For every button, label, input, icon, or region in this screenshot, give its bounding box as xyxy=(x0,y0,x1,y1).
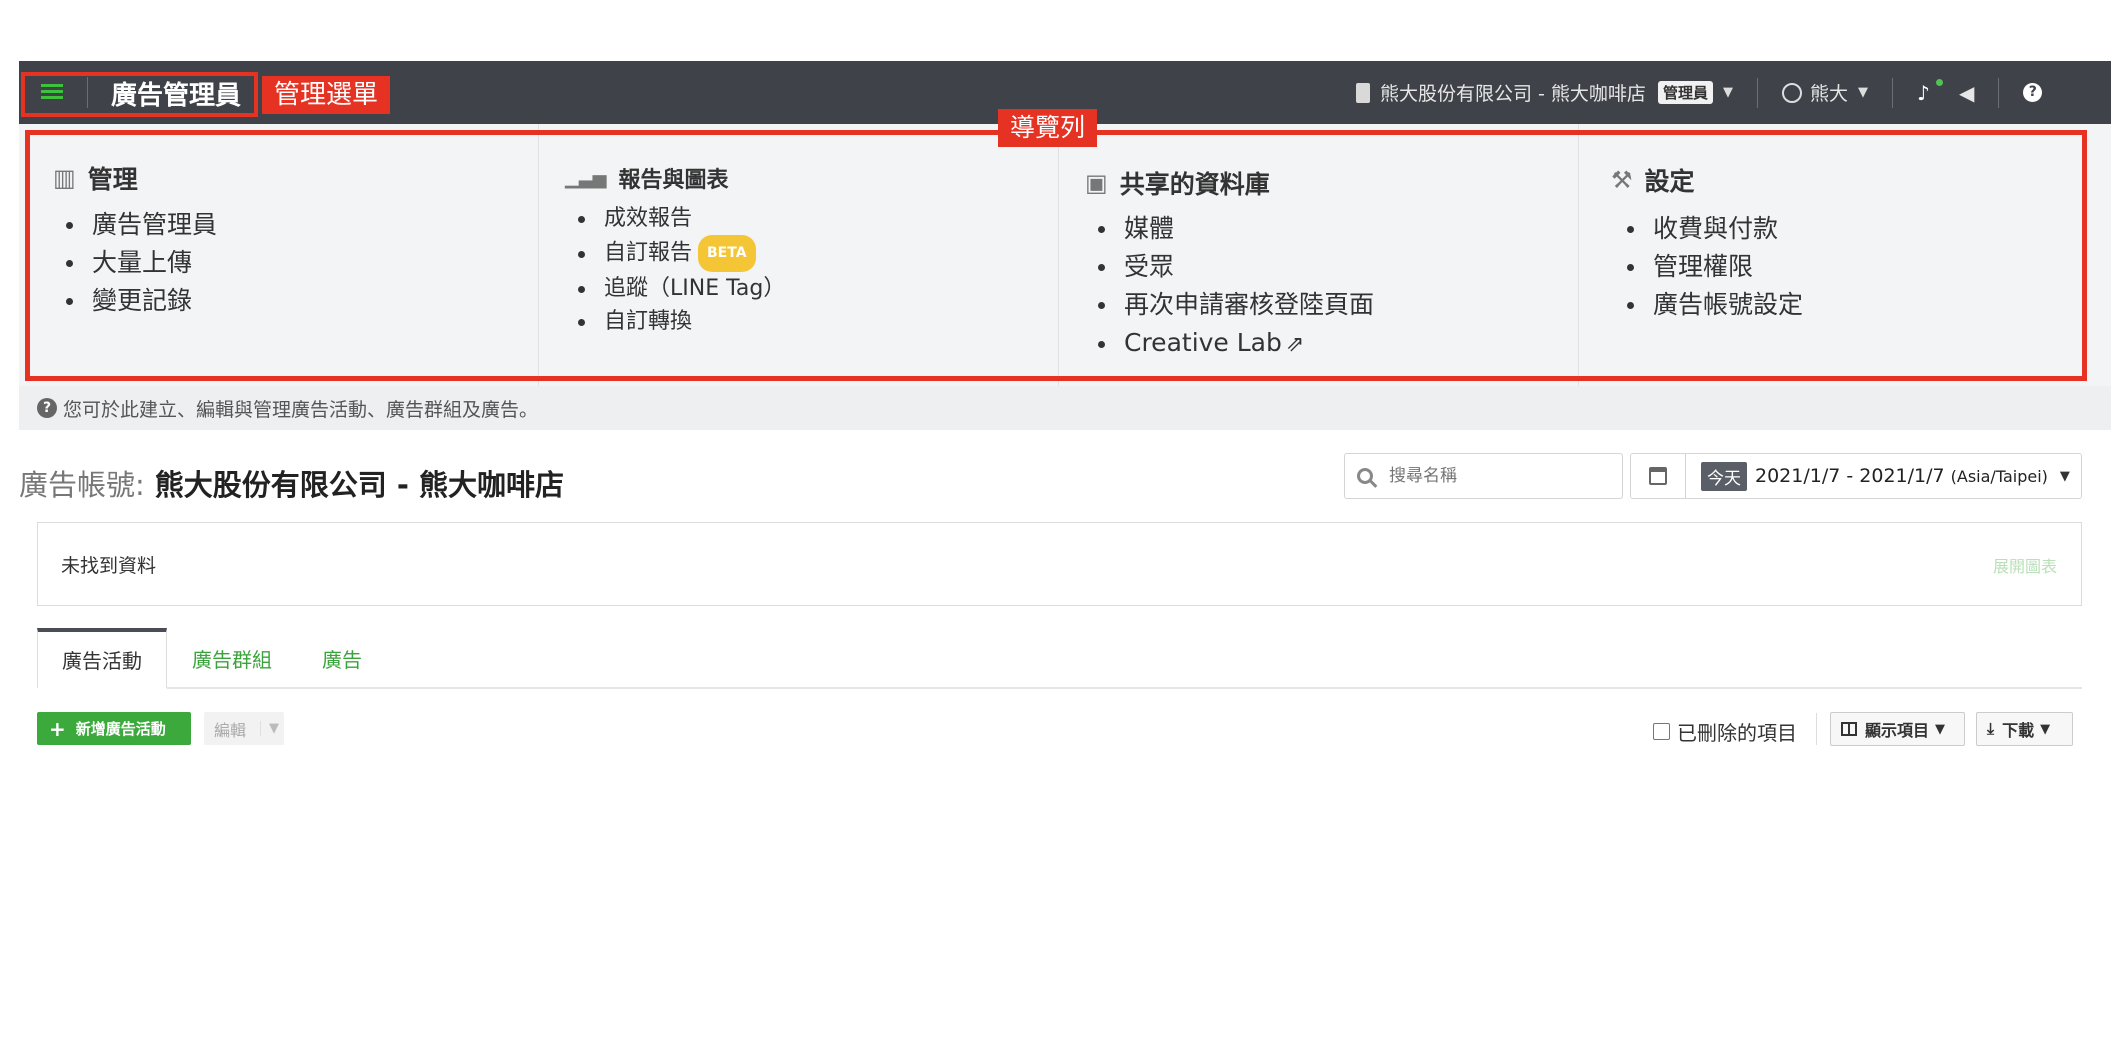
download-label: 下載 xyxy=(2002,721,2035,740)
info-text: 您可於此建立、編輯與管理廣告活動、廣告群組及廣告。 xyxy=(63,398,539,421)
tab-bar: 廣告活動 廣告群組 廣告 xyxy=(37,628,2082,689)
deleted-label: 已刪除的項目 xyxy=(1677,721,1797,745)
timezone-text: (Asia/Taipei) xyxy=(1950,467,2048,486)
account-label: 廣告帳號: xyxy=(19,468,145,502)
divider xyxy=(1891,77,1893,108)
account-switcher[interactable]: 熊大股份有限公司 - 熊大咖啡店 xyxy=(1380,79,1646,106)
search-input[interactable] xyxy=(1389,466,1609,486)
bell-icon[interactable]: ♪ xyxy=(1917,78,1943,103)
add-campaign-button[interactable]: + 新增廣告活動 xyxy=(37,712,191,745)
divider xyxy=(1816,713,1817,745)
question-icon: ? xyxy=(37,398,57,418)
expand-chart-link[interactable]: 展開圖表 xyxy=(1993,553,2057,577)
edit-label: 編輯 xyxy=(214,720,247,740)
calendar-icon[interactable] xyxy=(1631,454,1686,498)
highlight-box-nav xyxy=(25,130,2087,381)
show-deleted-toggle[interactable]: 已刪除的項目 xyxy=(1653,717,1797,746)
chevron-down-icon[interactable]: ▼ xyxy=(260,721,279,736)
today-badge: 今天 xyxy=(1701,461,1747,491)
columns-button[interactable]: 顯示項目 ▼ xyxy=(1830,712,1965,746)
callout-nav-label: 導覽列 xyxy=(998,109,1098,147)
divider xyxy=(1756,77,1758,108)
tab-ads[interactable]: 廣告 xyxy=(322,628,362,689)
download-button[interactable]: ⤓ 下載 ▼ xyxy=(1976,712,2073,746)
screenshot-canvas: 廣告 管理員 管理選單 熊大股份有限公司 - 熊大咖啡店 管理員 ▼ 熊大 ▼ ♪… xyxy=(0,0,2122,1046)
info-bar: ? 您可於此建立、編輯與管理廣告活動、廣告群組及廣告。 xyxy=(19,386,2111,430)
user-menu[interactable]: 熊大 xyxy=(1810,79,1848,106)
topbar-right: 熊大股份有限公司 - 熊大咖啡店 管理員 ▼ 熊大 ▼ ♪ ◀ ? xyxy=(1356,61,2043,124)
empty-message: 未找到資料 xyxy=(61,555,157,577)
add-campaign-label: 新增廣告活動 xyxy=(75,720,166,738)
date-range-value: 2021/1/7 - 2021/1/7 xyxy=(1755,465,1945,487)
chevron-down-icon[interactable]: ▼ xyxy=(1858,85,1868,100)
divider xyxy=(1998,77,2000,108)
edit-button[interactable]: 編輯 ▼ xyxy=(204,712,284,745)
deleted-checkbox[interactable] xyxy=(1653,723,1670,740)
role-badge: 管理員 xyxy=(1657,81,1713,104)
tab-ad-groups[interactable]: 廣告群組 xyxy=(192,628,272,689)
download-icon: ⤓ xyxy=(1987,719,1995,738)
account-name: 熊大股份有限公司 - 熊大咖啡店 xyxy=(154,468,565,502)
callout-menu-label: 管理選單 xyxy=(262,76,391,114)
columns-label: 顯示項目 xyxy=(1865,721,1930,740)
chevron-down-icon[interactable]: ▼ xyxy=(2060,469,2070,484)
search-box[interactable] xyxy=(1344,453,1623,499)
help-icon[interactable]: ? xyxy=(2023,83,2043,102)
megaphone-icon[interactable]: ◀ xyxy=(1959,81,1974,105)
highlight-box-menu xyxy=(21,72,258,117)
search-icon xyxy=(1357,468,1373,484)
chevron-down-icon: ▼ xyxy=(2040,721,2051,737)
plus-icon: + xyxy=(49,716,66,741)
date-range-picker[interactable]: 今天 2021/1/7 - 2021/1/7 (Asia/Taipei) ▼ xyxy=(1630,453,2082,499)
tab-campaigns[interactable]: 廣告活動 xyxy=(37,628,167,689)
chevron-down-icon: ▼ xyxy=(1935,721,1946,737)
chart-panel: 未找到資料 展開圖表 xyxy=(37,522,2082,606)
notification-dot xyxy=(1935,78,1943,86)
user-icon xyxy=(1781,82,1802,103)
columns-icon xyxy=(1841,722,1857,736)
account-heading: 廣告帳號: 熊大股份有限公司 - 熊大咖啡店 xyxy=(19,462,564,504)
chevron-down-icon[interactable]: ▼ xyxy=(1723,85,1733,100)
building-icon xyxy=(1356,82,1370,103)
date-range-text: 2021/1/7 - 2021/1/7 (Asia/Taipei) xyxy=(1755,465,2048,487)
